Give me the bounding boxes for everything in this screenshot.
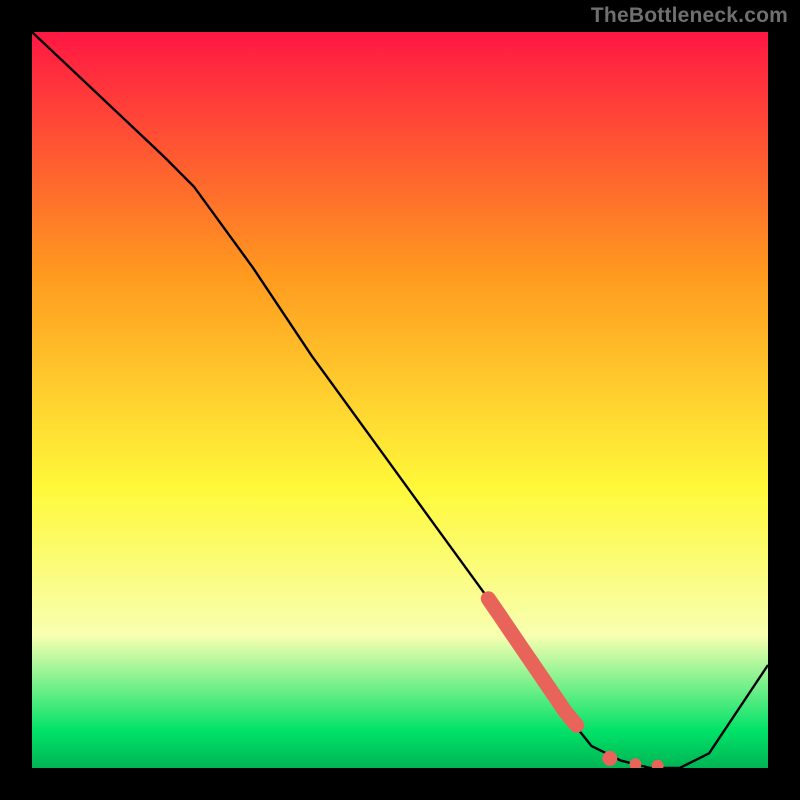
chart-stage: TheBottleneck.com bbox=[0, 0, 800, 800]
plot-area bbox=[32, 32, 768, 768]
heatmap-background bbox=[32, 32, 768, 768]
chart-svg bbox=[32, 32, 768, 768]
accent-dot bbox=[602, 751, 617, 766]
attribution-text: TheBottleneck.com bbox=[591, 4, 788, 28]
